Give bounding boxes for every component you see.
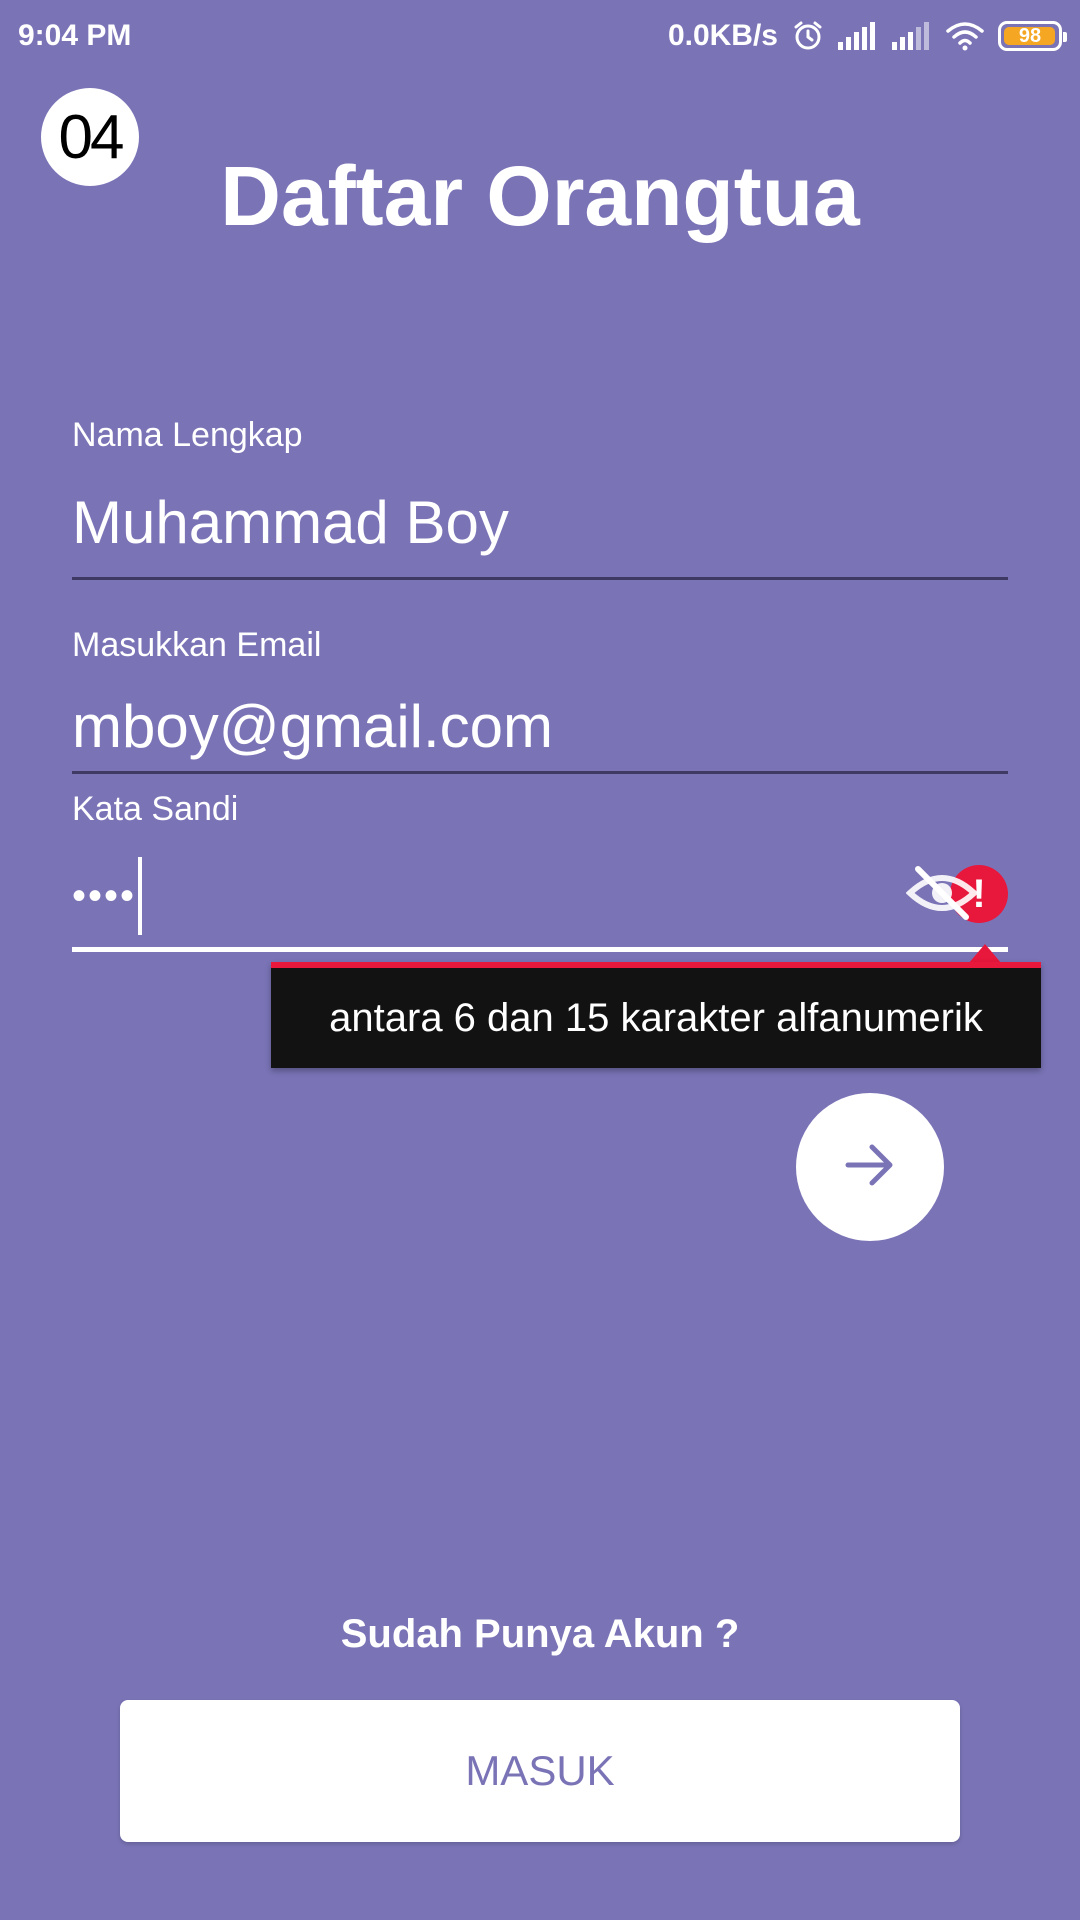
password-input[interactable]: •••• !: [72, 851, 1008, 941]
email-underline: [72, 771, 1008, 774]
next-button[interactable]: [796, 1093, 944, 1241]
arrow-right-icon: [842, 1137, 898, 1198]
name-field[interactable]: Nama Lengkap Muhammad Boy: [72, 416, 1008, 580]
page-title: Daftar Orangtua: [220, 149, 860, 243]
battery-level: 98: [1018, 24, 1042, 47]
text-cursor: [138, 857, 143, 935]
login-button[interactable]: MASUK: [120, 1700, 960, 1842]
password-label: Kata Sandi: [72, 790, 239, 828]
name-input[interactable]: Muhammad Boy: [72, 487, 1008, 559]
status-time: 9:04 PM: [18, 19, 132, 52]
wifi-icon: [946, 21, 984, 51]
alarm-icon: [792, 20, 824, 52]
status-icons: 0.0KB/s 98: [667, 19, 1067, 53]
status-bar: 9:04 PM 0.0KB/s 98: [0, 0, 1080, 72]
signal-icon: [838, 22, 878, 50]
have-account-text: Sudah Punya Akun ?: [340, 1612, 740, 1656]
password-field[interactable]: Kata Sandi •••• !: [72, 790, 1008, 952]
name-label: Nama Lengkap: [72, 416, 303, 454]
error-tooltip: antara 6 dan 15 karakter alfanumerik: [271, 962, 1041, 1068]
signal-icon: [892, 22, 932, 50]
name-underline: [72, 577, 1008, 580]
battery-icon: 98: [998, 21, 1067, 51]
eye-off-icon[interactable]: [905, 865, 979, 921]
email-label: Masukkan Email: [72, 626, 322, 664]
email-input[interactable]: mboy@gmail.com: [72, 691, 1008, 763]
tooltip-arrow: [968, 944, 1002, 964]
network-speed: 0.0KB/s: [667, 19, 778, 52]
password-underline: [72, 947, 1008, 952]
password-value: ••••: [72, 873, 137, 918]
email-field[interactable]: Masukkan Email mboy@gmail.com: [72, 626, 1008, 774]
